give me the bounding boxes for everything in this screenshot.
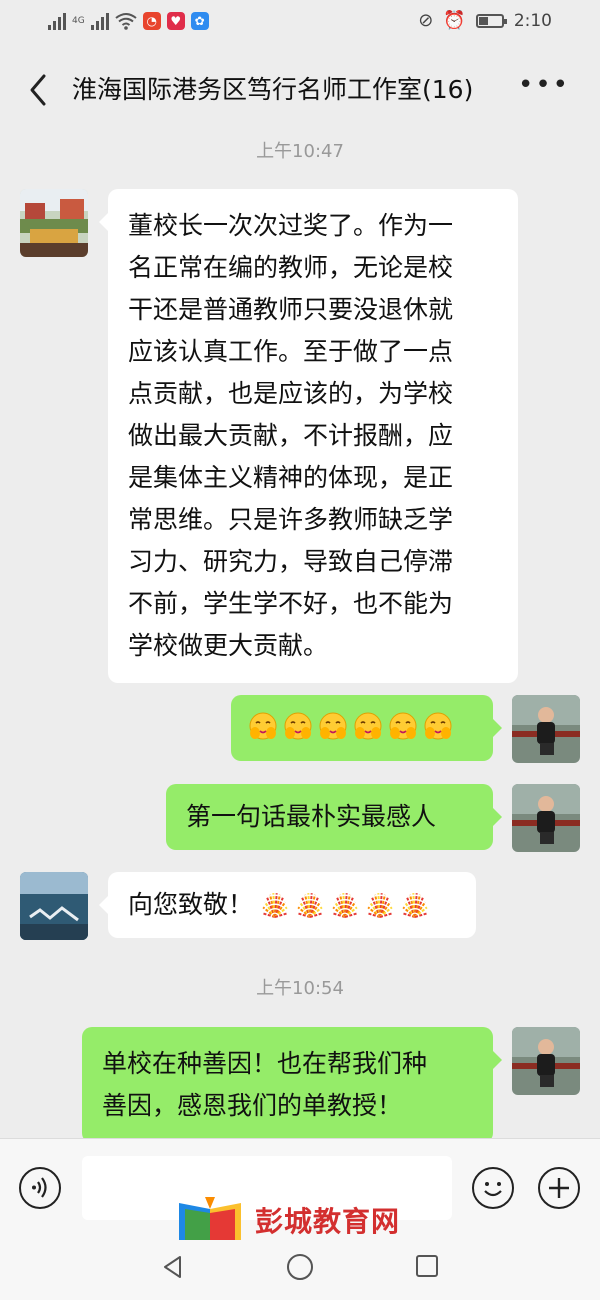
more-icon[interactable]: ••• [518,70,570,100]
nav-back-icon[interactable] [160,1254,186,1280]
message-line: 善因，感恩我们的单教授！ [102,1091,403,1120]
fireworks-emoji [331,893,359,918]
health-app-icon: ♥ [166,12,185,30]
message-line: 点贡献，也是应该的，为学校 [128,379,454,408]
signal-icon-2 [90,12,109,30]
covered-face-emoji [354,712,382,740]
voice-icon[interactable] [19,1167,61,1209]
message-bubble-sent[interactable]: 第一句话最朴实最感人 [166,784,502,850]
fireworks-emoji [366,893,394,918]
message-text: 向您致敬！ [128,890,254,919]
fireworks-emoji [261,893,289,918]
fireworks-emoji [296,893,324,918]
browser-app-icon: ✿ [190,12,209,30]
signal-icon [48,12,66,30]
clock: 2:10 [513,10,552,31]
alarm-icon: ⏰ [443,10,466,31]
emoji-row [259,889,431,921]
nav-home-icon[interactable] [287,1254,313,1280]
message-line: 名正常在编的教师，无论是校 [128,253,454,282]
message-line: 习力、研究力，导致自己停滞 [128,547,454,576]
app-notification-icon: ◔ [142,12,161,30]
chat-header: 淮海国际港务区笃行名师工作室(16) ••• [0,48,600,130]
message-bubble-sent[interactable]: 单校在种善因！也在帮我们种 善因，感恩我们的单教授！ [82,1027,502,1143]
avatar[interactable] [20,872,88,940]
battery-icon [475,13,507,28]
message-line: 应该认真工作。至于做了一点 [128,337,454,366]
my-avatar[interactable] [512,784,580,852]
message-line: 学校做更大贡献。 [128,631,329,660]
add-icon[interactable] [538,1167,580,1209]
message-line: 干还是普通教师只要没退休就 [128,295,454,324]
my-avatar[interactable] [512,1027,580,1095]
message-line: 单校在种善因！也在帮我们种 [102,1049,428,1078]
message-line: 是集体主义精神的体现，是正 [128,463,454,492]
covered-face-emoji [249,712,277,740]
my-avatar[interactable] [512,695,580,763]
nav-recent-icon[interactable] [416,1255,438,1277]
covered-face-emoji [389,712,417,740]
message-line: 董校长一次次过奖了。作为一 [128,211,454,240]
message-line: 常思维。只是许多教师缺乏学 [128,505,454,534]
timestamp: 上午10:54 [256,978,344,999]
mute-icon: ⊘ [418,10,434,31]
wifi-icon [115,13,137,30]
message-bubble[interactable]: 向您致敬！ [99,872,476,938]
message-bubble-sent[interactable] [231,695,502,761]
back-icon[interactable] [22,70,56,110]
network-type-label: 4G [72,15,85,26]
message-line: 做出最大贡献，不计报酬，应 [128,421,454,450]
covered-face-emoji [284,712,312,740]
timestamp: 上午10:47 [256,141,344,162]
emoji-row [247,711,477,743]
message-text: 第一句话最朴实最感人 [186,802,437,831]
status-bar: 4G ◔ ♥ ✿ ⊘ ⏰ 2:10 [0,0,600,48]
avatar[interactable] [20,189,88,257]
message-line: 不前，学生学不好，也不能为 [128,589,454,618]
covered-face-emoji [424,712,452,740]
system-nav-bar [0,1240,600,1300]
chat-title[interactable]: 淮海国际港务区笃行名师工作室(16) [72,70,473,106]
message-bubble[interactable]: 董校长一次次过奖了。作为一 名正常在编的教师，无论是校 干还是普通教师只要没退休… [99,189,518,683]
covered-face-emoji [319,712,347,740]
fireworks-emoji [401,893,429,918]
watermark-text: 彭城教育网 [255,1205,401,1238]
emoji-icon[interactable] [472,1167,514,1209]
